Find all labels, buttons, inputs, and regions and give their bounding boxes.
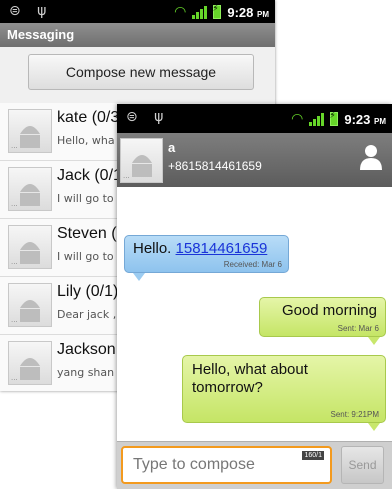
message-text: Hello. — [133, 240, 172, 257]
status-bar: ⊜ ψ ◠ 9:23 PM — [117, 104, 392, 133]
wifi-icon: ◠ — [174, 4, 187, 20]
android-avatar-icon[interactable]: ··· — [120, 138, 163, 183]
message-text: Hello, what about tomorrow? — [192, 361, 308, 396]
contact-name: a — [168, 140, 176, 155]
message-thread: Hello. 15814461659 Received: Mar 6 Good … — [117, 187, 392, 441]
message-snippet: Dear jack , — [57, 308, 117, 321]
compose-new-message-button[interactable]: Compose new message — [28, 54, 254, 90]
status-time: 9:23 PM — [344, 111, 386, 127]
message-meta: Sent: Mar 6 — [337, 324, 379, 333]
android-avatar-icon: ··· — [8, 283, 52, 327]
battery-charging-icon — [329, 111, 339, 126]
outgoing-message[interactable]: Good morning Sent: Mar 6 — [259, 297, 386, 337]
bubble-tail — [368, 337, 380, 345]
android-avatar-icon: ··· — [8, 225, 52, 269]
conversation-screen: ⊜ ψ ◠ 9:23 PM ··· a +8615814461659 Hello… — [117, 104, 392, 489]
android-avatar-icon: ··· — [8, 167, 52, 211]
status-bar: ⊜ ψ ◠ 9:28 PM — [0, 0, 275, 23]
message-snippet: Hello, wha — [57, 134, 115, 147]
usb-icon: ⊜ ψ — [9, 3, 53, 19]
phone-number-link[interactable]: 15814461659 — [176, 240, 268, 257]
wifi-icon: ◠ — [291, 111, 304, 127]
message-snippet: I will go to — [57, 250, 114, 263]
message-meta: Sent: 9:21PM — [330, 410, 379, 419]
compose-bar: Type to compose 160/1 Send — [117, 441, 392, 489]
android-avatar-icon: ··· — [8, 341, 52, 385]
contact-number: +8615814461659 — [168, 159, 262, 173]
signal-icon — [309, 112, 325, 126]
contact-header: ··· a +8615814461659 — [117, 133, 392, 187]
contact-name: Lily (0/1) — [57, 283, 119, 300]
app-title: Messaging — [0, 23, 275, 47]
incoming-message[interactable]: Hello. 15814461659 Received: Mar 6 — [124, 235, 289, 273]
battery-charging-icon — [212, 4, 222, 19]
send-button[interactable]: Send — [341, 446, 384, 484]
message-snippet: I will go to — [57, 192, 114, 205]
contact-name: Jack (0/1 — [57, 167, 122, 184]
compose-area: Compose new message — [0, 47, 275, 104]
outgoing-message[interactable]: Hello, what about tomorrow? Sent: 9:21PM — [182, 355, 386, 423]
compose-placeholder: Type to compose — [133, 456, 255, 473]
message-snippet: yang shan — [57, 366, 115, 379]
compose-input[interactable]: Type to compose 160/1 — [121, 446, 332, 484]
contact-name: Jackson ( — [57, 341, 126, 358]
bubble-tail — [368, 423, 380, 431]
signal-icon — [192, 5, 208, 19]
message-text: Good morning — [281, 302, 377, 319]
bubble-tail — [133, 273, 145, 281]
person-icon[interactable] — [360, 144, 382, 170]
contact-name: Steven (0 — [57, 225, 126, 242]
contact-name: kate (0/3 — [57, 109, 120, 126]
character-counter: 160/1 — [302, 451, 324, 460]
usb-icon: ⊜ ψ — [126, 109, 170, 125]
message-meta: Received: Mar 6 — [223, 260, 282, 269]
android-avatar-icon: ··· — [8, 109, 52, 153]
status-time: 9:28 PM — [227, 4, 269, 20]
